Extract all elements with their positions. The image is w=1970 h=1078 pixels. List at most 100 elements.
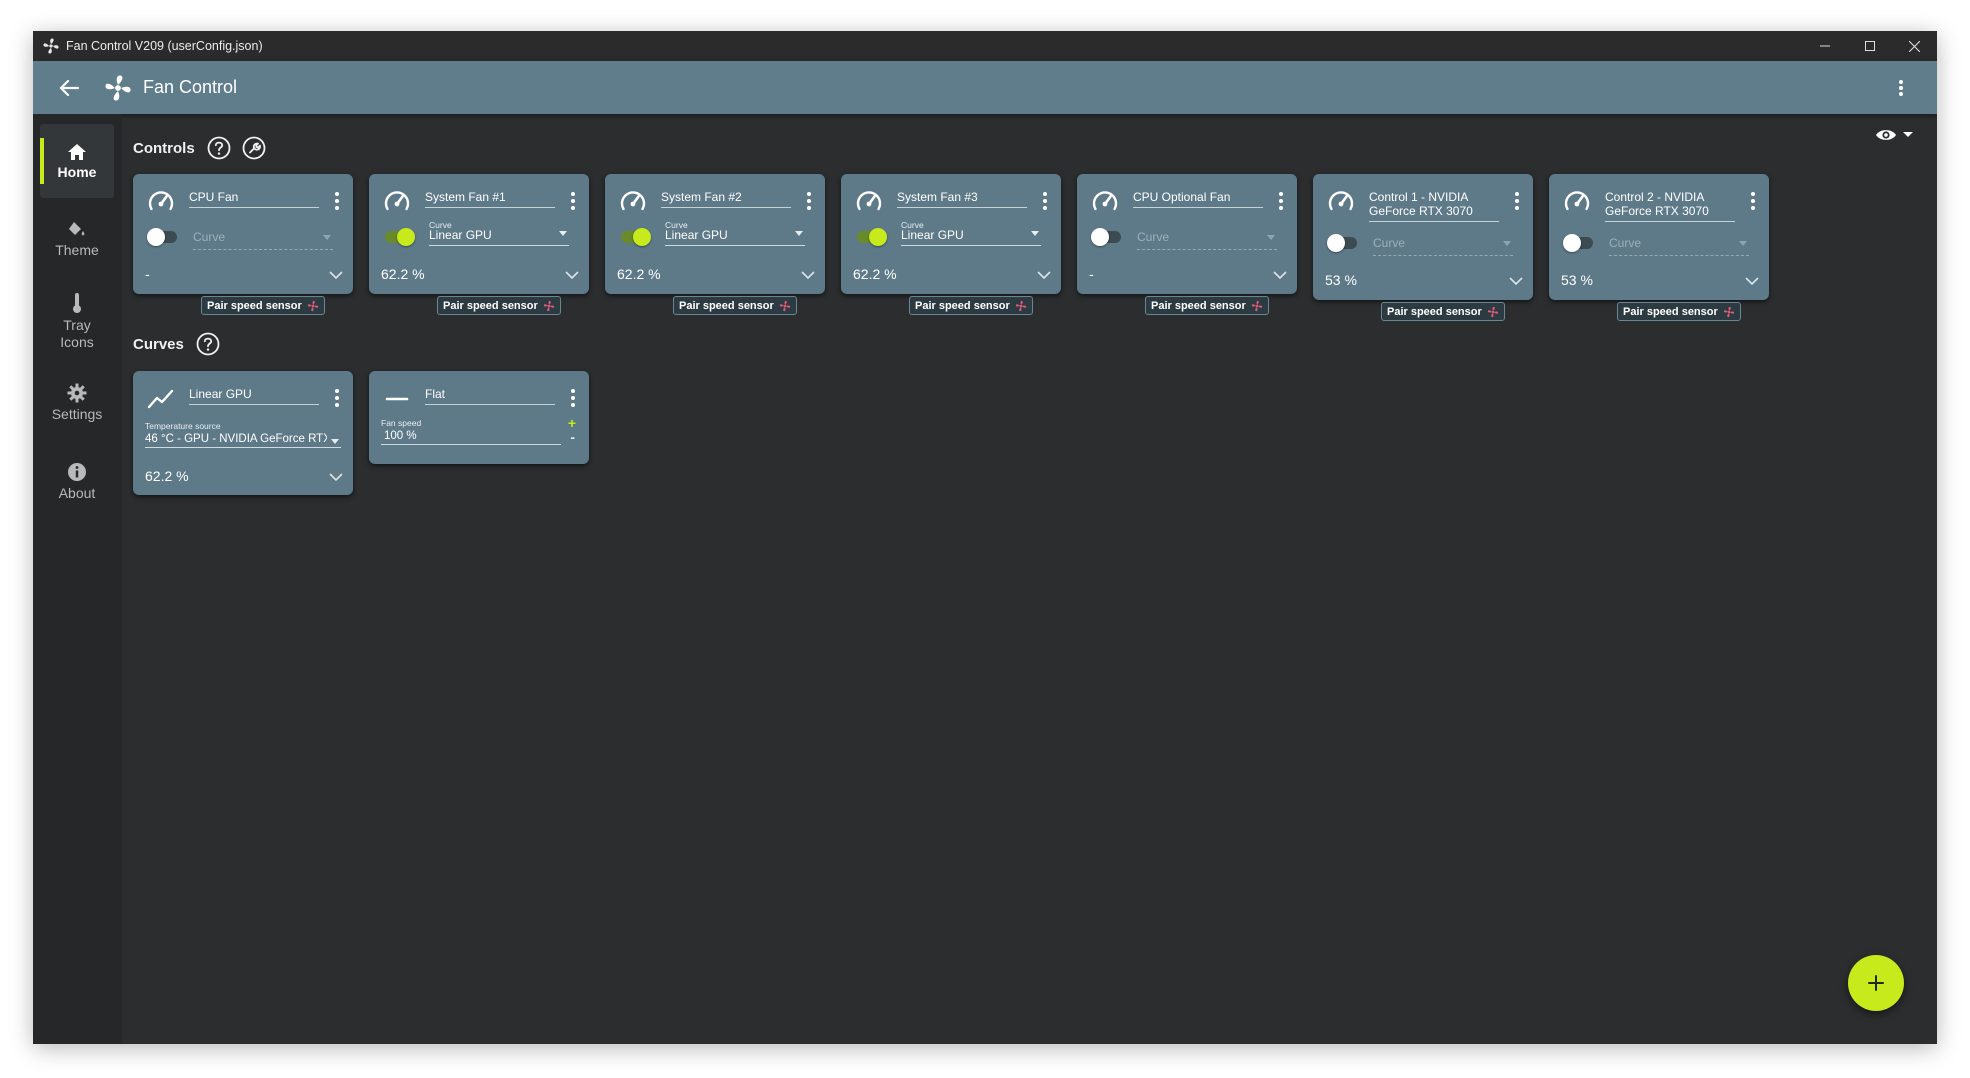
control-name-input[interactable]: System Fan #3 [897,190,1027,208]
more-vertical-icon[interactable] [1041,191,1049,211]
more-vertical-icon[interactable] [333,388,341,408]
pair-speed-sensor-button[interactable]: Pair speed sensor [673,296,797,315]
pair-label: Pair speed sensor [207,299,302,312]
more-vertical-icon[interactable] [569,388,577,408]
fan-speed-label: Fan speed [381,418,422,428]
pair-speed-sensor-button[interactable]: Pair speed sensor [909,296,1033,315]
back-button[interactable] [55,74,83,102]
control-enable-toggle[interactable] [619,228,651,246]
info-icon [68,462,86,481]
control-name-input[interactable]: CPU Fan [189,190,319,208]
curve-name-input[interactable]: Flat [425,387,555,405]
main-content: Controls CPU Fan Curve - Pair speed sens… [122,114,1937,1044]
curve-name-input[interactable]: Linear GPU [189,387,319,405]
speedometer-icon [1328,191,1354,211]
control-name-input[interactable]: CPU Optional Fan [1133,190,1263,208]
curve-select[interactable]: Curve [1137,224,1277,250]
chevron-down-icon[interactable] [565,270,579,280]
speedometer-icon [384,191,410,211]
control-enable-toggle[interactable] [1327,234,1359,252]
dropdown-caret-icon [1739,241,1747,246]
control-name-input[interactable]: System Fan #1 [425,190,555,208]
fan-plus-icon [1251,300,1262,311]
sidebar-item-home[interactable]: Home [40,124,114,198]
more-vertical-icon[interactable] [1513,191,1521,211]
chevron-down-icon[interactable] [1745,276,1759,286]
chevron-down-icon[interactable] [329,472,343,482]
pair-label: Pair speed sensor [1387,305,1482,318]
control-card-system-fan-2: System Fan #2 Curve Linear GPU 62.2 % [605,174,825,294]
toggle-thumb [1091,228,1109,246]
chevron-down-icon[interactable] [1273,270,1287,280]
control-speed-value: 53 % [1561,272,1593,288]
temperature-source-label: Temperature source [145,421,221,431]
toggle-thumb [397,228,415,246]
controls-help-button[interactable] [207,136,231,160]
control-card-control-1-rtx-3070: Control 1 - NVIDIA GeForce RTX 3070 Curv… [1313,174,1533,300]
controls-tools-button[interactable] [242,136,266,160]
control-enable-toggle[interactable] [1563,234,1595,252]
sidebar-item-tray-icons[interactable]: Tray Icons [40,278,114,364]
sidebar-item-label: Theme [55,241,99,258]
close-window-button[interactable] [1892,31,1937,61]
field-underline [1373,255,1513,256]
linear-curve-icon [147,389,174,409]
control-enable-toggle[interactable] [383,228,415,246]
app-bar: Fan Control [33,61,1937,114]
control-name-input[interactable]: Control 2 - NVIDIA GeForce RTX 3070 [1605,190,1735,222]
pair-speed-sensor-button[interactable]: Pair speed sensor [1145,296,1269,315]
sidebar-item-theme[interactable]: Theme [40,202,114,276]
add-button[interactable] [1848,955,1904,1011]
curve-select[interactable]: Curve Linear GPU [901,220,1041,246]
curve-select[interactable]: Curve Linear GPU [429,220,569,246]
control-enable-toggle[interactable] [147,228,179,246]
section-title: Curves [133,335,184,353]
chevron-down-icon[interactable] [801,270,815,280]
dropdown-caret-icon [1031,231,1039,236]
minimize-button[interactable] [1802,31,1847,61]
sidebar-item-about[interactable]: About [40,444,114,518]
curve-select-placeholder: Curve [1609,236,1642,250]
chevron-down-icon[interactable] [1037,270,1051,280]
visibility-menu-button[interactable] [1875,128,1913,142]
fan-speed-field[interactable]: Fan speed 100 % [381,418,561,445]
control-enable-toggle[interactable] [855,228,887,246]
decrease-speed-button[interactable]: - [570,429,575,445]
app-window: Fan Control V209 (userConfig.json) Fan C… [33,31,1937,1044]
curve-select[interactable]: Curve Linear GPU [665,220,805,246]
pair-speed-sensor-button[interactable]: Pair speed sensor [1617,302,1741,321]
temperature-source-select[interactable]: Temperature source 46 °C - GPU - NVIDIA … [145,421,341,448]
fan-logo-icon [105,74,131,101]
chevron-down-icon[interactable] [1509,276,1523,286]
curves-help-button[interactable] [196,332,220,356]
control-enable-toggle[interactable] [1091,228,1123,246]
dropdown-caret-icon [323,235,331,240]
control-card-control-2-rtx-3070: Control 2 - NVIDIA GeForce RTX 3070 Curv… [1549,174,1769,300]
speedometer-icon [1092,191,1118,211]
more-vertical-icon[interactable] [333,191,341,211]
more-vertical-icon[interactable] [1749,191,1757,211]
minimize-icon [1819,45,1830,47]
maximize-button[interactable] [1847,31,1892,61]
more-vertical-icon[interactable] [805,191,813,211]
eye-icon [1876,130,1896,140]
curve-select[interactable]: Curve [193,224,333,250]
more-vertical-icon[interactable] [569,191,577,211]
more-vertical-icon[interactable] [1277,191,1285,211]
pair-label: Pair speed sensor [443,299,538,312]
sidebar-item-label: Home [57,163,97,180]
pair-speed-sensor-button[interactable]: Pair speed sensor [1381,302,1505,321]
field-underline [429,245,569,246]
curve-select[interactable]: Curve [1609,230,1749,256]
curve-select[interactable]: Curve [1373,230,1513,256]
app-menu-button[interactable] [1887,74,1915,102]
control-name-input[interactable]: System Fan #2 [661,190,791,208]
dropdown-caret-icon [331,439,339,444]
pair-speed-sensor-button[interactable]: Pair speed sensor [201,296,325,315]
sidebar-item-settings[interactable]: Settings [40,366,114,438]
chevron-down-icon[interactable] [329,270,343,280]
dropdown-caret-icon [1503,241,1511,246]
curve-select-value: Linear GPU [901,228,964,242]
control-name-input[interactable]: Control 1 - NVIDIA GeForce RTX 3070 [1369,190,1499,222]
pair-speed-sensor-button[interactable]: Pair speed sensor [437,296,561,315]
